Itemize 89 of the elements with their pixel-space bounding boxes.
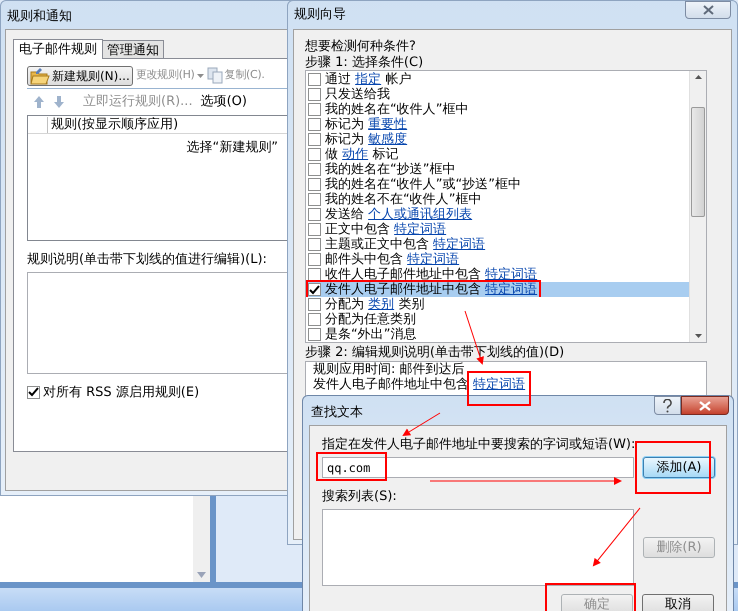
window-title: 规则和通知 — [6, 8, 73, 26]
tab[interactable]: 电子邮件规则 — [13, 39, 103, 59]
scrollbar[interactable] — [689, 71, 706, 342]
checkbox[interactable] — [27, 386, 40, 399]
annotation-arrow — [402, 412, 440, 436]
condition-label: 主题或正文中包含 特定词语 — [325, 237, 486, 252]
condition-label: 通过 指定 帐户 — [325, 72, 412, 87]
checkbox[interactable] — [308, 88, 321, 101]
checkbox[interactable] — [308, 223, 321, 236]
link[interactable]: 特定词语 — [485, 282, 538, 297]
link[interactable]: 特定词语 — [473, 377, 526, 392]
scrollbar-thumb[interactable] — [691, 107, 705, 217]
scrollbar[interactable] — [193, 495, 210, 582]
condition-label: 只发送给我 — [325, 87, 390, 102]
condition-label: 我的姓名在“收件人”框中 — [325, 102, 468, 117]
condition-label: 我的姓名不在“收件人”框中 — [325, 192, 482, 207]
checkbox[interactable] — [308, 268, 321, 281]
checkbox[interactable] — [308, 148, 321, 161]
column-header[interactable]: 规则(按显示顺序应用) — [48, 114, 178, 134]
link[interactable]: 敏感度 — [368, 132, 408, 147]
checkbox[interactable] — [308, 208, 321, 221]
tab[interactable]: 管理通知 — [103, 40, 164, 58]
link[interactable]: 个人或通讯组列表 — [368, 207, 472, 222]
link[interactable]: 指定 — [355, 72, 382, 87]
checkbox[interactable] — [308, 73, 321, 86]
toolbar-button[interactable]: 选项(O) — [200, 92, 247, 112]
checkbox[interactable] — [308, 178, 321, 191]
condition-label: 我的姓名在“抄送”框中 — [325, 162, 456, 177]
condition-label: 发件人电子邮件地址中包含 特定词语 — [325, 282, 538, 297]
link[interactable]: 特定词语 — [407, 252, 460, 267]
help-button[interactable] — [654, 396, 681, 415]
link[interactable]: 类别 — [368, 297, 394, 312]
caret-icon — [196, 74, 204, 78]
condition-label: 正文中包含 特定词语 — [325, 222, 446, 237]
window-title: 规则向导 — [293, 6, 346, 24]
toolbar-button[interactable]: 新建规则(N)... — [27, 66, 133, 86]
highlight-box — [467, 371, 531, 406]
condition-label: 做 动作 标记 — [325, 147, 398, 162]
description-label: 规则说明(单击带下划线的值进行编辑)(L): — [27, 251, 268, 269]
close-button[interactable] — [681, 396, 729, 415]
link[interactable]: 重要性 — [368, 117, 408, 132]
list-hint: 选择“新建规则” — [186, 139, 278, 157]
condition-label: 分配为任意类别 — [325, 312, 416, 327]
input-field[interactable]: qq.com — [322, 457, 634, 478]
scroll-down-icon — [694, 334, 702, 338]
close-icon — [699, 400, 711, 410]
link[interactable]: 动作 — [342, 147, 368, 162]
prompt-text: 想要检测何种条件? — [305, 39, 416, 55]
checkbox[interactable] — [308, 298, 321, 311]
description-line: 规则应用时间: 邮件到达后 — [313, 362, 465, 377]
link[interactable]: 特定词语 — [433, 237, 486, 252]
checkbox[interactable] — [308, 163, 321, 176]
condition-label: 标记为 敏感度 — [325, 132, 408, 147]
window-title: 查找文本 — [310, 404, 363, 422]
condition-label: 是条“外出”消息 — [325, 327, 416, 342]
step-label: 步骤 1: 选择条件(C) — [305, 55, 424, 70]
scroll-up-icon — [694, 75, 702, 79]
close-button[interactable] — [685, 1, 731, 19]
field-label: 搜索列表(S): — [322, 489, 398, 505]
annotation-arrow — [592, 508, 640, 567]
checkbox[interactable] — [308, 118, 321, 131]
link[interactable]: 特定词语 — [485, 267, 538, 282]
condition-label: 发送给 个人或通讯组列表 — [325, 207, 472, 222]
copy-icon — [206, 67, 223, 84]
checkbox[interactable] — [308, 103, 321, 116]
condition-label: 分配为 类别 类别 — [325, 297, 424, 312]
close-icon — [702, 5, 714, 15]
checkbox[interactable] — [308, 133, 321, 146]
condition-item[interactable]: 发件人电子邮件地址中包含 特定词语 — [306, 282, 689, 297]
folder-icon — [30, 66, 50, 84]
checkbox-label: 对所有 RSS 源启用规则(E) — [43, 384, 200, 402]
field-label: 指定在发件人电子邮件地址中要搜索的字词或短语(W): — [322, 437, 636, 453]
checkbox[interactable] — [308, 283, 321, 296]
checkbox[interactable] — [308, 238, 321, 251]
condition-label: 邮件头中包含 特定词语 — [325, 252, 460, 267]
help-icon — [662, 398, 673, 412]
highlight-box — [316, 452, 387, 481]
scroll-down-icon[interactable] — [197, 572, 206, 578]
checkbox[interactable] — [308, 253, 321, 266]
condition-label: 标记为 重要性 — [325, 117, 408, 132]
link[interactable]: 特定词语 — [394, 222, 446, 237]
condition-label: 收件人电子邮件地址中包含 特定词语 — [325, 267, 538, 282]
dialog-button[interactable]: 添加(A) — [643, 457, 715, 478]
dialog-button[interactable]: 取消 — [642, 594, 714, 611]
checkbox[interactable] — [308, 313, 321, 326]
description-line: 发件人电子邮件地址中包含 特定词语 — [313, 377, 526, 392]
checkbox[interactable] — [308, 328, 321, 341]
checkbox[interactable] — [308, 193, 321, 206]
condition-label: 我的姓名在“收件人”或“抄送”框中 — [325, 177, 521, 192]
